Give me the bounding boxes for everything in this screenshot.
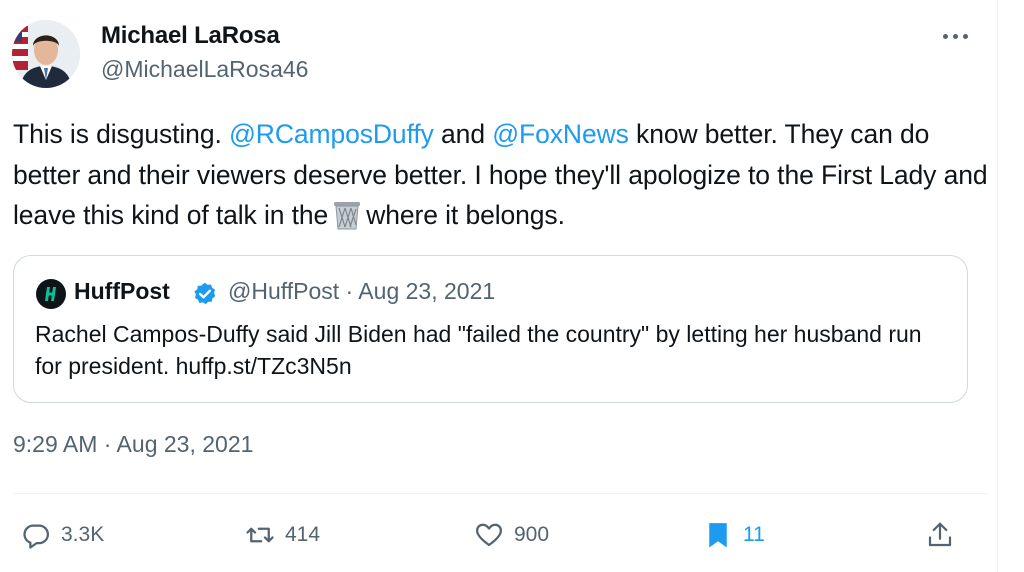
reply-icon xyxy=(23,524,49,549)
divider xyxy=(13,493,988,494)
reply-button[interactable]: 3.3K xyxy=(21,515,104,555)
more-options-icon[interactable] xyxy=(938,26,972,46)
heart-icon xyxy=(476,523,502,547)
retweet-icon xyxy=(246,527,274,543)
avatar-photo xyxy=(12,20,80,88)
timeline-border xyxy=(997,0,998,572)
retweet-count: 414 xyxy=(285,523,321,546)
wastebasket-emoji-icon xyxy=(330,200,364,230)
author-display-name[interactable]: Michael LaRosa xyxy=(101,22,280,50)
dot xyxy=(952,33,958,39)
bookmark-count: 11 xyxy=(743,523,765,546)
tweet-text: This is disgusting. @RCamposDuffy and @F… xyxy=(13,114,988,236)
like-count: 900 xyxy=(514,523,550,546)
verified-badge-icon xyxy=(192,281,218,307)
share-button[interactable] xyxy=(925,515,955,555)
like-button[interactable]: 900 xyxy=(474,515,549,555)
quoted-tweet-text: Rachel Campos-Duffy said Jill Biden had … xyxy=(35,321,922,379)
bookmark-icon xyxy=(709,523,727,548)
quoted-author-name: HuffPost xyxy=(74,278,170,304)
dot xyxy=(942,33,948,39)
dot xyxy=(962,33,968,39)
mention-link[interactable]: @FoxNews xyxy=(492,119,629,149)
avatar[interactable] xyxy=(12,20,80,88)
bookmark-button[interactable]: 11 xyxy=(703,515,765,555)
tweet-text-part: where it belongs. xyxy=(366,200,565,230)
retweet-button[interactable]: 414 xyxy=(245,515,320,555)
author-handle[interactable]: @MichaelLaRosa46 xyxy=(101,56,308,83)
tweet-timestamp[interactable]: 9:29 AM · Aug 23, 2021 xyxy=(13,431,253,458)
tweet-text-part: This is disgusting. xyxy=(13,119,229,149)
quoted-tweet[interactable]: HuffPost @HuffPost · Aug 23, 2021 Rachel… xyxy=(13,255,968,403)
share-icon xyxy=(928,522,952,547)
tweet-text-part: and xyxy=(433,119,493,149)
reply-count: 3.3K xyxy=(61,523,105,546)
huffpost-logo-icon xyxy=(36,279,66,309)
mention-link[interactable]: @RCamposDuffy xyxy=(229,119,434,149)
quoted-handle-date: @HuffPost · Aug 23, 2021 xyxy=(228,278,496,304)
